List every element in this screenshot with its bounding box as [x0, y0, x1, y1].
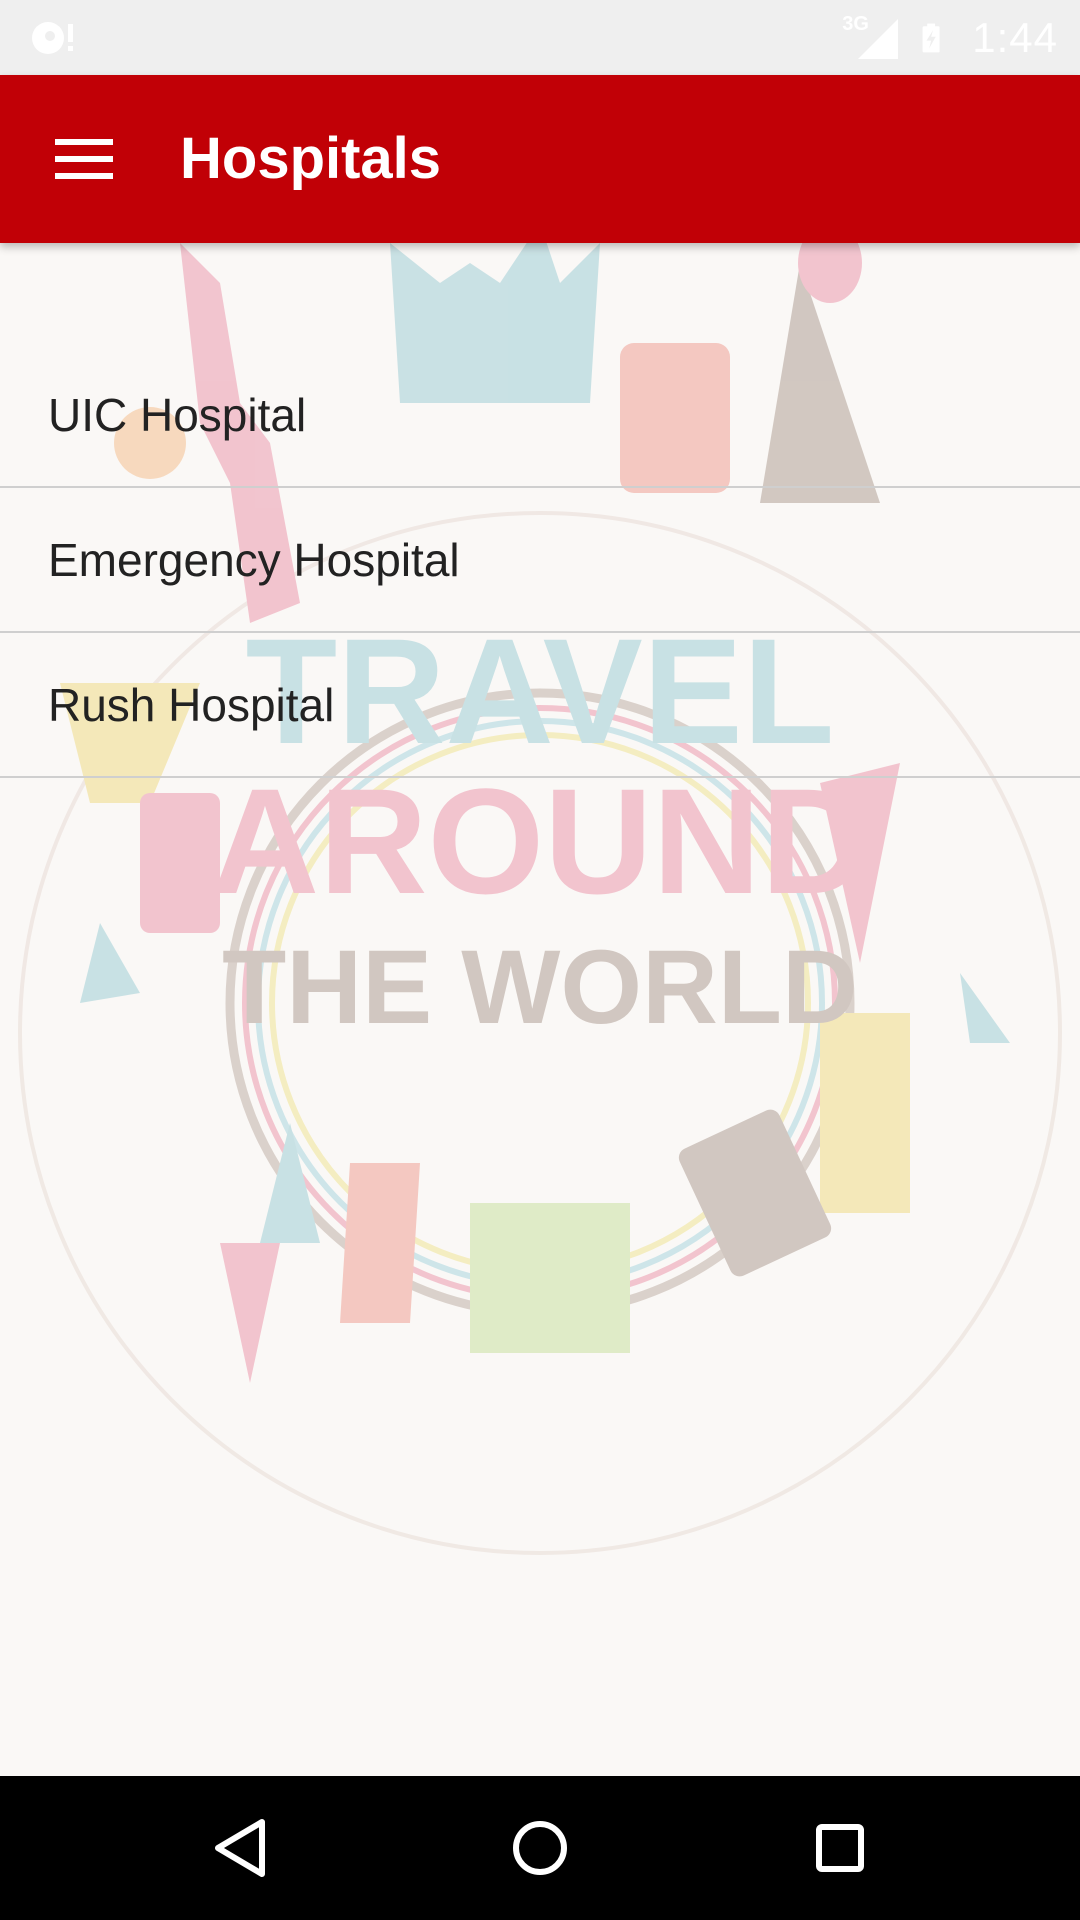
hospitals-screen: 3G 1:44 Hospitals TRAVEL AROUND THE WORL… — [0, 0, 1080, 1920]
list-item-uic-hospital[interactable]: UIC Hospital — [0, 343, 1080, 488]
home-icon — [513, 1821, 567, 1875]
back-icon — [215, 1819, 265, 1877]
home-button[interactable] — [490, 1798, 590, 1898]
back-button[interactable] — [190, 1798, 290, 1898]
menu-button[interactable] — [28, 111, 140, 207]
list-item-label: UIC Hospital — [48, 388, 307, 441]
hospital-list: UIC Hospital Emergency Hospital Rush Hos… — [0, 343, 1080, 778]
hamburger-menu-icon — [55, 139, 113, 179]
bg-text-around: AROUND — [211, 757, 869, 925]
battery-charging-icon — [922, 23, 940, 52]
navigation-bar — [0, 1776, 1080, 1920]
list-item-label: Rush Hospital — [48, 678, 335, 731]
list-item-label: Emergency Hospital — [48, 533, 460, 586]
signal-3g-icon: 3G — [842, 13, 902, 63]
list-item-emergency-hospital[interactable]: Emergency Hospital — [0, 488, 1080, 633]
status-icons: 3G 1:44 — [842, 0, 1058, 75]
app-bar: Hospitals — [0, 75, 1080, 243]
page-title: Hospitals — [180, 126, 442, 191]
notification-icon — [32, 22, 73, 54]
status-bar: 3G 1:44 — [0, 0, 1080, 75]
bg-text-world: THE WORLD — [222, 929, 858, 1046]
status-time: 1:44 — [972, 13, 1058, 61]
list-item-rush-hospital[interactable]: Rush Hospital — [0, 633, 1080, 778]
recent-apps-icon — [816, 1824, 864, 1872]
recent-apps-button[interactable] — [790, 1798, 890, 1898]
